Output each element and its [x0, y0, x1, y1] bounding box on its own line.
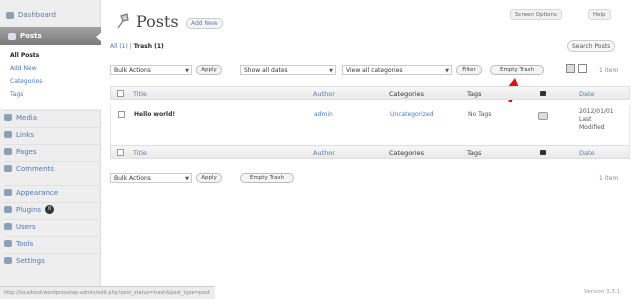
- column-categories: Categories: [389, 90, 425, 98]
- submenu-all-posts[interactable]: All Posts: [10, 52, 39, 59]
- post-categories[interactable]: Uncategorized: [390, 111, 433, 118]
- bulk-actions-select[interactable]: Bulk Actions ▼: [110, 65, 192, 75]
- post-date: 2012/01/01: [579, 108, 614, 115]
- bulk-actions-value: Bulk Actions: [114, 175, 151, 182]
- empty-trash-button[interactable]: Empty Trash: [490, 65, 544, 75]
- item-count: 1 item: [599, 67, 619, 74]
- admin-sidebar: Dashboard Posts All Posts Add New Catego…: [0, 0, 102, 299]
- search-posts-button[interactable]: Search Posts: [567, 40, 616, 52]
- table-footer-header: Title Author Categories Tags Date: [110, 145, 630, 159]
- comments-icon: [4, 165, 12, 172]
- submenu-tags[interactable]: Tags: [10, 91, 23, 98]
- sidebar-item-label: Appearance: [16, 188, 59, 197]
- users-icon: [4, 223, 12, 230]
- posts-submenu: All Posts Add New Categories Tags: [0, 45, 101, 109]
- sidebar-item-tools[interactable]: Tools: [4, 236, 98, 250]
- submenu-add-new[interactable]: Add New: [10, 65, 37, 72]
- plugins-update-badge: 0: [45, 205, 55, 214]
- sidebar-item-label: Users: [16, 222, 36, 231]
- links-icon: [4, 131, 12, 138]
- column-date[interactable]: Date: [579, 149, 595, 157]
- settings-icon: [4, 257, 12, 264]
- column-author[interactable]: Author: [313, 90, 335, 98]
- chevron-down-icon: ▼: [445, 68, 449, 74]
- sidebar-item-pages[interactable]: Pages: [4, 144, 98, 158]
- bulk-actions-value: Bulk Actions: [114, 67, 151, 74]
- dates-select[interactable]: Show all dates ▼: [240, 65, 336, 75]
- post-date-status: Last: [579, 116, 592, 123]
- column-tags: Tags: [467, 149, 482, 157]
- filter-button[interactable]: Filter: [456, 65, 482, 75]
- screen-options-button[interactable]: Screen Options: [510, 9, 562, 20]
- comment-count-bubble-icon[interactable]: [538, 112, 548, 120]
- chevron-down-icon: ▼: [185, 176, 189, 182]
- sidebar-item-label: Pages: [16, 147, 37, 156]
- dates-value: Show all dates: [244, 67, 288, 74]
- dashboard-icon: [6, 11, 14, 19]
- add-new-button[interactable]: Add New: [186, 18, 223, 29]
- table-header: Title Author Categories Tags Date: [110, 86, 630, 100]
- filter-trash[interactable]: Trash (1): [134, 43, 164, 50]
- column-title[interactable]: Title: [133, 149, 147, 157]
- plugins-icon: [4, 206, 12, 213]
- sidebar-item-label: Links: [16, 130, 34, 139]
- status-filters: All (1) | Trash (1): [110, 43, 164, 50]
- pages-icon: [4, 148, 12, 155]
- sidebar-item-media[interactable]: Media: [4, 110, 98, 124]
- column-tags: Tags: [467, 90, 482, 98]
- categories-select[interactable]: View all categories ▼: [342, 65, 452, 75]
- sidebar-item-links[interactable]: Links: [4, 127, 98, 141]
- categories-value: View all categories: [346, 67, 403, 74]
- sidebar-item-label: Plugins: [16, 205, 42, 214]
- table-row: Hello world! admin Uncategorized No Tags…: [110, 105, 630, 145]
- sidebar-item-dashboard[interactable]: Dashboard: [6, 6, 98, 24]
- column-title[interactable]: Title: [133, 90, 147, 98]
- sidebar-item-settings[interactable]: Settings: [4, 253, 98, 267]
- browser-status-bar: http://localhost/wordpress/wp-admin/edit…: [0, 286, 215, 299]
- row-checkbox[interactable]: [118, 111, 125, 118]
- filter-all[interactable]: All (1): [110, 43, 128, 50]
- post-title[interactable]: Hello world!: [134, 111, 175, 118]
- page-title: Posts: [136, 12, 179, 31]
- sidebar-item-plugins[interactable]: Plugins 0: [4, 202, 98, 216]
- item-count-bottom: 1 item: [599, 175, 619, 182]
- sidebar-item-label: Settings: [16, 256, 45, 265]
- sidebar-item-label: Dashboard: [18, 11, 56, 19]
- posts-pushpin-icon: [117, 13, 129, 29]
- post-date-status-2: Modified: [579, 124, 605, 131]
- select-all-checkbox-bottom[interactable]: [117, 149, 124, 156]
- media-icon: [4, 114, 12, 121]
- bulk-actions-select-bottom[interactable]: Bulk Actions ▼: [110, 173, 192, 183]
- sidebar-item-label: Posts: [20, 32, 42, 40]
- posts-icon: [8, 32, 16, 40]
- comments-column-icon[interactable]: [540, 150, 546, 155]
- column-author[interactable]: Author: [313, 149, 335, 157]
- post-tags: No Tags: [468, 111, 492, 118]
- sidebar-item-users[interactable]: Users: [4, 219, 98, 233]
- chevron-down-icon: ▼: [329, 68, 333, 74]
- column-date[interactable]: Date: [579, 90, 595, 98]
- wordpress-version: Version 3.3.1: [584, 289, 620, 295]
- list-view-icon[interactable]: [566, 64, 575, 73]
- apply-button-bottom[interactable]: Apply: [196, 173, 222, 183]
- excerpt-view-icon[interactable]: [578, 64, 587, 73]
- post-author[interactable]: admin: [314, 111, 333, 118]
- empty-trash-button-bottom[interactable]: Empty Trash: [240, 173, 294, 183]
- apply-button[interactable]: Apply: [196, 65, 222, 75]
- comments-column-icon[interactable]: [540, 91, 546, 96]
- tools-icon: [4, 240, 12, 247]
- sidebar-item-posts[interactable]: Posts: [0, 27, 102, 45]
- appearance-icon: [4, 189, 12, 196]
- column-categories: Categories: [389, 149, 425, 157]
- sidebar-item-label: Media: [16, 113, 38, 122]
- sidebar-item-label: Comments: [16, 164, 54, 173]
- submenu-categories[interactable]: Categories: [10, 78, 42, 85]
- select-all-checkbox[interactable]: [117, 90, 124, 97]
- sidebar-item-comments[interactable]: Comments: [4, 161, 98, 175]
- help-button[interactable]: Help: [588, 9, 611, 20]
- sidebar-item-appearance[interactable]: Appearance: [4, 185, 98, 199]
- chevron-down-icon: ▼: [185, 68, 189, 74]
- sidebar-item-label: Tools: [16, 239, 34, 248]
